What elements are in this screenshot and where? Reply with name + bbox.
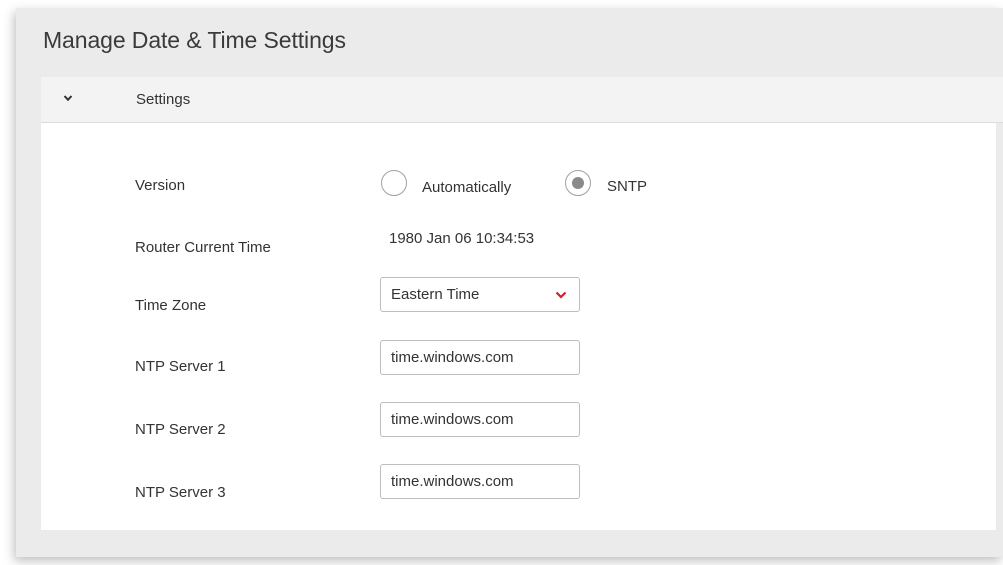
page-title: Manage Date & Time Settings [43,27,346,53]
router-time-label: Router Current Time [135,239,271,256]
radio-automatically[interactable] [381,170,407,196]
time-zone-select[interactable]: Eastern Time [380,277,580,312]
ntp-server-1-label: NTP Server 1 [135,358,226,375]
panel-header-label: Settings [136,91,191,108]
ntp-server-2-input[interactable] [380,402,580,437]
ntp-server-3-input[interactable] [380,464,580,499]
router-time-value: 1980 Jan 06 10:34:53 [389,230,535,247]
radio-sntp-label[interactable]: SNTP [607,178,647,195]
version-label: Version [135,177,186,194]
time-zone-selected-value: Eastern Time [391,286,480,303]
radio-selected-dot [572,177,584,189]
settings-panel-header[interactable]: Settings [41,77,1003,123]
ntp-server-1-input[interactable] [380,340,580,375]
time-zone-label: Time Zone [135,297,207,314]
ntp-server-2-label: NTP Server 2 [135,421,226,438]
settings-panel-body: Version Automatically SNTP Router Curren… [41,123,996,530]
settings-frame: Manage Date & Time Settings Settings Ver… [16,8,1003,557]
radio-automatically-label[interactable]: Automatically [422,179,511,196]
chevron-down-icon[interactable] [63,93,73,103]
chevron-down-icon [555,291,567,299]
ntp-server-3-label: NTP Server 3 [135,484,226,501]
radio-sntp[interactable] [565,170,591,196]
